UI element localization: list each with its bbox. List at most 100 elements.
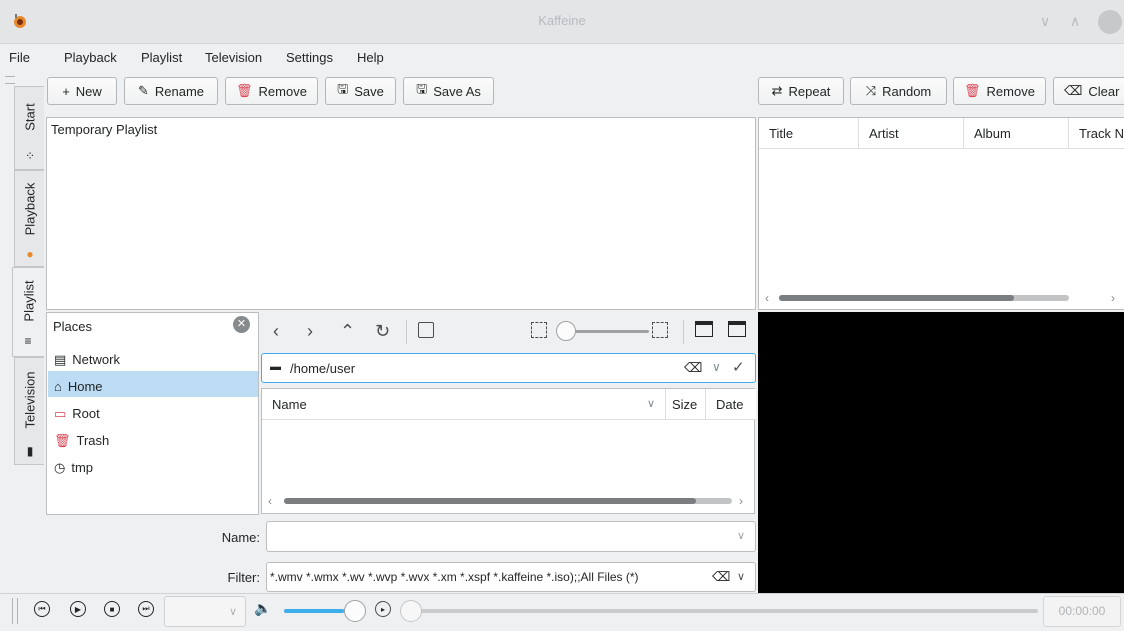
seek-slider[interactable] <box>406 609 1038 613</box>
scroll-left-icon[interactable]: ‹ <box>268 494 272 508</box>
column-name[interactable]: Name ∨ <box>262 389 666 419</box>
menu-playlist[interactable]: Playlist <box>141 50 182 65</box>
panel-icon[interactable] <box>728 321 746 337</box>
play-icon[interactable]: ▶ <box>70 601 86 617</box>
scrollbar-thumb[interactable] <box>284 498 696 504</box>
name-dropdown-icon[interactable]: ∨ <box>737 529 745 542</box>
time-display[interactable]: 00:00:00 <box>1043 596 1121 627</box>
video-area[interactable] <box>758 312 1124 593</box>
filter-dropdown-icon[interactable]: ∨ <box>737 570 745 583</box>
jump-to-position-icon[interactable]: ▸ <box>375 601 391 617</box>
repeat-button[interactable]: ⇄ Repeat <box>758 77 844 105</box>
tab-television[interactable]: ▮ Television <box>14 357 44 465</box>
new-playlist-button[interactable]: + New <box>47 77 117 105</box>
folder-red-icon: ▭ <box>54 405 67 421</box>
horizontal-scrollbar[interactable] <box>284 498 732 504</box>
menu-help[interactable]: Help <box>357 50 384 65</box>
place-root[interactable]: ▭ Root <box>48 398 258 424</box>
home-icon: ⌂ <box>54 379 62 394</box>
place-trash[interactable]: 🗑 Trash <box>48 425 258 451</box>
playlist-icon: ≡ <box>24 334 32 348</box>
channel-dropdown-icon[interactable]: ∨ <box>229 605 237 618</box>
trash-icon: 🗑 <box>236 83 253 98</box>
menu-file[interactable]: File <box>9 50 30 65</box>
column-track-number[interactable]: Track Nu <box>1069 118 1124 148</box>
list-item[interactable]: Temporary Playlist <box>47 118 755 137</box>
up-icon[interactable]: ⌃ <box>340 321 355 342</box>
name-combobox[interactable]: ∨ <box>266 521 756 552</box>
new-folder-icon[interactable] <box>695 321 713 337</box>
random-button[interactable]: ⤨ Random <box>850 77 947 105</box>
filter-combobox[interactable]: *.wmv *.wmx *.wv *.wvp *.wvx *.xm *.xspf… <box>266 562 756 592</box>
rename-playlist-button[interactable]: ✎ Rename <box>124 77 218 105</box>
dock-handle <box>5 76 15 84</box>
tab-start[interactable]: ⁘ Start <box>14 86 44 170</box>
zoom-out-icon[interactable] <box>531 322 547 338</box>
place-tmp[interactable]: ◷ tmp <box>48 452 258 478</box>
clear-tracks-button[interactable]: ⌫ Clear <box>1053 77 1124 105</box>
preview-icon[interactable] <box>418 322 434 338</box>
repeat-icon: ⇄ <box>771 83 783 98</box>
places-title: Places <box>53 319 93 334</box>
trash-icon: 🗑 <box>54 432 71 448</box>
scroll-right-icon[interactable]: › <box>739 494 743 508</box>
path-dropdown-icon[interactable]: ∨ <box>712 360 721 374</box>
column-artist[interactable]: Artist <box>859 118 964 148</box>
pencil-icon: ✎ <box>137 83 149 98</box>
scrollbar-thumb[interactable] <box>779 295 1014 301</box>
close-places-icon[interactable]: ✕ <box>233 316 250 333</box>
menu-television[interactable]: Television <box>205 50 262 65</box>
stop-icon[interactable]: ■ <box>104 601 120 617</box>
place-home[interactable]: ⌂ Home <box>48 371 258 397</box>
place-network[interactable]: ▤ Network <box>48 344 258 370</box>
toolbar-handle <box>12 598 18 624</box>
television-icon: ▮ <box>26 444 34 458</box>
maximize-icon[interactable]: ∧ <box>1070 13 1080 30</box>
volume-icon[interactable]: 🔈 <box>254 600 271 617</box>
back-icon[interactable]: ‹ <box>273 321 279 342</box>
previous-icon[interactable]: ⏮ <box>34 601 50 617</box>
column-album[interactable]: Album <box>964 118 1069 148</box>
clear-icon: ⌫ <box>1064 83 1083 98</box>
confirm-path-icon[interactable]: ✓ <box>732 358 745 376</box>
window-title: Kaffeine <box>538 13 586 28</box>
remove-playlist-button[interactable]: 🗑 Remove <box>225 77 318 105</box>
clear-filter-icon[interactable]: ⌫ <box>712 569 730 585</box>
horizontal-scrollbar[interactable] <box>779 295 1069 301</box>
reload-icon[interactable]: ↻ <box>375 321 390 342</box>
name-label: Name: <box>221 530 260 545</box>
column-title[interactable]: Title <box>759 118 859 148</box>
save-as-playlist-button[interactable]: 🖫 Save As <box>403 77 494 105</box>
scroll-right-icon[interactable]: › <box>1111 291 1115 305</box>
column-size[interactable]: Size <box>666 389 706 419</box>
path-field[interactable]: ▬ /home/user ⌫ ∨ ✓ <box>261 353 756 383</box>
channel-combobox[interactable]: ∨ <box>164 596 246 627</box>
clock-icon: ◷ <box>54 459 66 475</box>
menu-playback[interactable]: Playback <box>64 50 117 65</box>
shuffle-icon: ⤨ <box>865 83 877 98</box>
playlist-list: Temporary Playlist <box>46 117 756 310</box>
save-icon: 🖫 <box>337 81 349 96</box>
next-icon[interactable]: ⏭ <box>138 601 154 617</box>
seek-slider-handle[interactable] <box>400 600 422 622</box>
save-playlist-button[interactable]: 🖫 Save <box>325 77 396 105</box>
zoom-in-icon[interactable] <box>652 322 668 338</box>
volume-slider-handle[interactable] <box>344 600 366 622</box>
tab-playback[interactable]: ● Playback <box>14 170 44 267</box>
remove-track-button[interactable]: 🗑 Remove <box>953 77 1046 105</box>
tab-playlist[interactable]: ≡ Playlist <box>12 267 44 357</box>
plus-icon: + <box>62 83 70 99</box>
menu-settings[interactable]: Settings <box>286 50 333 65</box>
path-value[interactable]: /home/user <box>290 361 355 376</box>
trash-icon: 🗑 <box>964 83 981 98</box>
forward-icon[interactable]: › <box>307 321 313 342</box>
scroll-left-icon[interactable]: ‹ <box>765 291 769 305</box>
zoom-slider-handle[interactable] <box>556 321 576 341</box>
folder-icon: ▬ <box>270 361 281 373</box>
close-window-button[interactable] <box>1098 10 1122 34</box>
playback-icon: ● <box>26 247 34 261</box>
minimize-icon[interactable]: ∨ <box>1040 13 1050 30</box>
clear-path-icon[interactable]: ⌫ <box>684 360 702 376</box>
column-date[interactable]: Date <box>706 389 756 419</box>
save-as-icon: 🖫 <box>416 81 428 96</box>
